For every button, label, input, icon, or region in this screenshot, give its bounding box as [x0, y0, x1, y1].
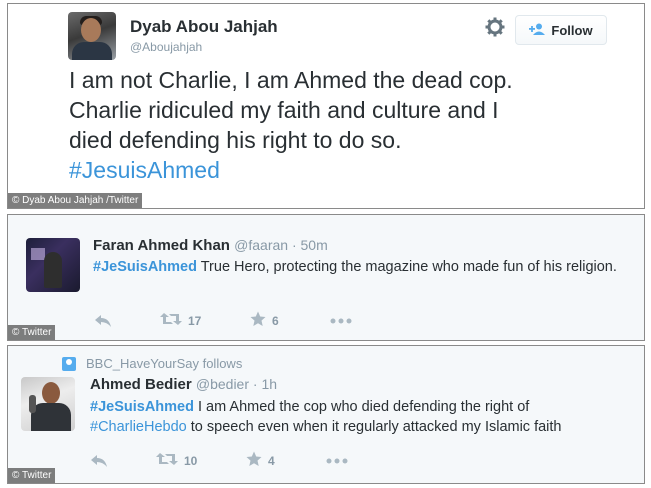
avatar-head: [81, 18, 101, 42]
image-credit: © Twitter: [8, 468, 56, 483]
hashtag-link[interactable]: #JeSuisAhmed: [93, 259, 197, 275]
reply-icon[interactable]: [94, 314, 160, 328]
tweet-text: #JeSuisAhmed I am Ahmed the cop who died…: [90, 397, 640, 437]
tweet-line-2: Charlie ridiculed my faith and culture a…: [69, 97, 499, 123]
tweet-actions: 10 4: [90, 451, 348, 470]
tweet-line-3: died defending his right to do so.: [69, 127, 402, 153]
avatar[interactable]: [21, 377, 75, 431]
more-icon[interactable]: [330, 318, 352, 324]
gear-icon-svg: [485, 17, 505, 37]
image-credit: © Dyab Abou Jahjah /Twitter: [8, 193, 143, 208]
tweet-body-1: I am Ahmed the cop who died defending th…: [193, 399, 530, 415]
favorite-count: 6: [272, 313, 279, 328]
favorite-action[interactable]: 6: [250, 311, 330, 330]
tweet-header: Ahmed Bedier @bedier · 1h: [90, 376, 277, 393]
user-handle[interactable]: @Aboujahjah: [130, 40, 202, 54]
favorite-count: 4: [268, 453, 275, 468]
tweet-card-bedier: BBC_HaveYourSay follows Ahmed Bedier @be…: [7, 345, 645, 484]
avatar-body: [72, 42, 112, 60]
hashtag-link[interactable]: #JesuisAhmed: [69, 155, 639, 185]
avatar-sign: [31, 248, 45, 260]
display-name[interactable]: Faran Ahmed Khan: [93, 237, 230, 254]
follows-label[interactable]: BBC_HaveYourSay follows: [86, 356, 242, 371]
retweet-icon: [156, 452, 178, 469]
avatar[interactable]: [68, 12, 116, 60]
tweet-body-2: to speech even when it regularly attacke…: [186, 419, 562, 435]
star-icon: [250, 311, 266, 330]
handle-and-time[interactable]: @faaran · 50m: [234, 237, 328, 253]
image-credit: © Twitter: [8, 325, 56, 340]
hashtag-link-charliehebdo[interactable]: #CharlieHebdo: [90, 419, 187, 435]
follow-label: Follow: [551, 22, 593, 38]
display-name[interactable]: Dyab Abou Jahjah: [130, 17, 278, 37]
tweet-card-faran: Faran Ahmed Khan @faaran · 50m #JeSuisAh…: [7, 214, 645, 341]
gear-icon[interactable]: [484, 17, 506, 39]
retweet-count: 10: [184, 453, 198, 468]
tweet-text: I am not Charlie, I am Ahmed the dead co…: [69, 65, 639, 185]
reply-icon[interactable]: [90, 454, 156, 468]
handle-and-time[interactable]: @bedier · 1h: [196, 376, 277, 392]
follow-button[interactable]: Follow: [515, 15, 607, 45]
display-name[interactable]: Ahmed Bedier: [90, 376, 192, 393]
avatar[interactable]: [26, 238, 80, 292]
add-user-icon: [529, 23, 546, 38]
retweet-action[interactable]: 17: [160, 312, 250, 329]
tweet-body: True Hero, protecting the magazine who m…: [196, 259, 617, 275]
tweet-line-1: I am not Charlie, I am Ahmed the dead co…: [69, 67, 513, 93]
more-icon[interactable]: [326, 458, 348, 464]
social-context: BBC_HaveYourSay follows: [62, 356, 242, 371]
avatar-microphone: [29, 395, 36, 413]
tweet-card-main: Dyab Abou Jahjah @Aboujahjah Follow I am…: [7, 3, 645, 209]
star-icon: [246, 451, 262, 470]
tweet-actions: 17 6: [94, 311, 352, 330]
favorite-action[interactable]: 4: [246, 451, 326, 470]
avatar-figure: [44, 252, 62, 288]
tweet-text: #JeSuisAhmed True Hero, protecting the m…: [93, 257, 633, 277]
hashtag-link[interactable]: #JeSuisAhmed: [90, 399, 194, 415]
avatar-body: [31, 403, 71, 431]
avatar-head: [42, 382, 60, 404]
retweet-action[interactable]: 10: [156, 452, 246, 469]
tweet-header: Faran Ahmed Khan @faaran · 50m: [93, 237, 328, 254]
retweet-count: 17: [188, 313, 202, 328]
user-badge-icon: [62, 356, 76, 371]
retweet-icon: [160, 312, 182, 329]
